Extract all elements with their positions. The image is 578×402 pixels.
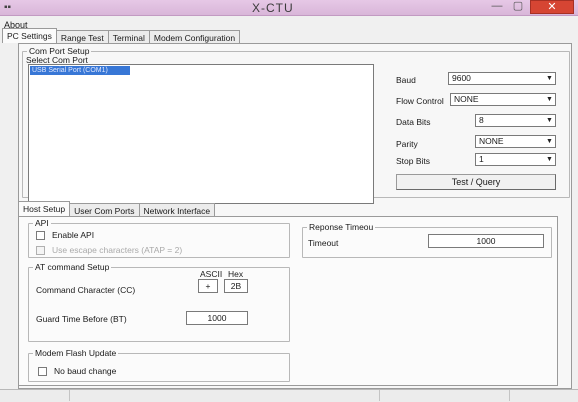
ascii-header: ASCII [200,269,223,279]
enable-api-checkbox[interactable] [36,231,45,240]
command-character-hex-input[interactable]: 2B [224,279,248,293]
tab-pc-settings[interactable]: PC Settings [2,28,57,43]
command-character-label: Command Character (CC) [36,285,136,295]
guard-time-input[interactable]: 1000 [186,311,248,325]
com-port-item-selected[interactable]: USB Serial Port (COM1) [30,66,130,75]
hex-header: Hex [228,269,244,279]
flow-control-select[interactable]: NONE ▼ [450,93,556,106]
parity-label: Parity [396,139,418,149]
use-escape-checkbox[interactable] [36,246,45,255]
use-escape-label: Use escape characters (ATAP = 2) [52,245,183,255]
no-baud-change-label: No baud change [54,366,117,376]
status-cell-3 [0,390,510,401]
timeout-label: Timeout [308,238,339,248]
data-bits-select[interactable]: 8 ▼ [475,114,556,127]
response-timeout-title: Reponse Timeou [309,222,374,232]
at-command-group-title: AT command Setup [35,262,110,272]
chevron-down-icon[interactable]: ▼ [545,74,554,83]
at-command-group: AT command Setup [28,262,290,342]
tab-host-setup[interactable]: Host Setup [18,201,71,216]
enable-api-label: Enable API [52,230,95,240]
modem-flash-update-title: Modem Flash Update [35,348,117,358]
command-character-ascii-input[interactable]: + [198,279,218,293]
host-tab-strip: Host Setup User Com Ports Network Interf… [18,201,216,216]
chevron-down-icon[interactable]: ▼ [545,95,554,104]
api-group-title: API [35,218,49,228]
chevron-down-icon[interactable]: ▼ [545,137,554,146]
window-title: X-CTU [252,1,294,15]
tab-range-test[interactable]: Range Test [55,30,109,43]
main-tab-strip: PC Settings Range Test Terminal Modem Co… [2,28,241,43]
data-bits-label: Data Bits [396,117,431,127]
flow-control-value: NONE [454,94,479,104]
flow-control-label: Flow Control [396,96,444,106]
baud-label: Baud [396,75,416,85]
maximize-button[interactable]: ▢ [508,0,528,14]
chevron-down-icon[interactable]: ▼ [545,155,554,164]
baud-select[interactable]: 9600 ▼ [448,72,556,85]
data-bits-value: 8 [479,115,484,125]
baud-value: 9600 [452,73,471,83]
stop-bits-label: Stop Bits [396,156,431,166]
close-button[interactable]: ✕ [530,0,574,14]
tab-terminal[interactable]: Terminal [107,30,150,43]
minimize-button[interactable]: — [487,0,507,14]
parity-select[interactable]: NONE ▼ [475,135,556,148]
test-query-button[interactable]: Test / Query [396,174,556,190]
guard-time-label: Guard Time Before (BT) [36,314,127,324]
app-icon: ▪▪ [4,2,12,13]
parity-value: NONE [479,136,504,146]
tab-modem-configuration[interactable]: Modem Configuration [148,30,241,43]
stop-bits-select[interactable]: 1 ▼ [475,153,556,166]
chevron-down-icon[interactable]: ▼ [545,116,554,125]
tab-user-com-ports[interactable]: User Com Ports [69,203,140,216]
com-port-list[interactable]: USB Serial Port (COM1) [28,64,374,204]
tab-network-interface[interactable]: Network Interface [138,203,216,216]
stop-bits-value: 1 [479,154,484,164]
no-baud-change-checkbox[interactable] [38,367,47,376]
modem-flash-update-group: Modem Flash Update [28,348,290,382]
timeout-input[interactable]: 1000 [428,234,544,248]
